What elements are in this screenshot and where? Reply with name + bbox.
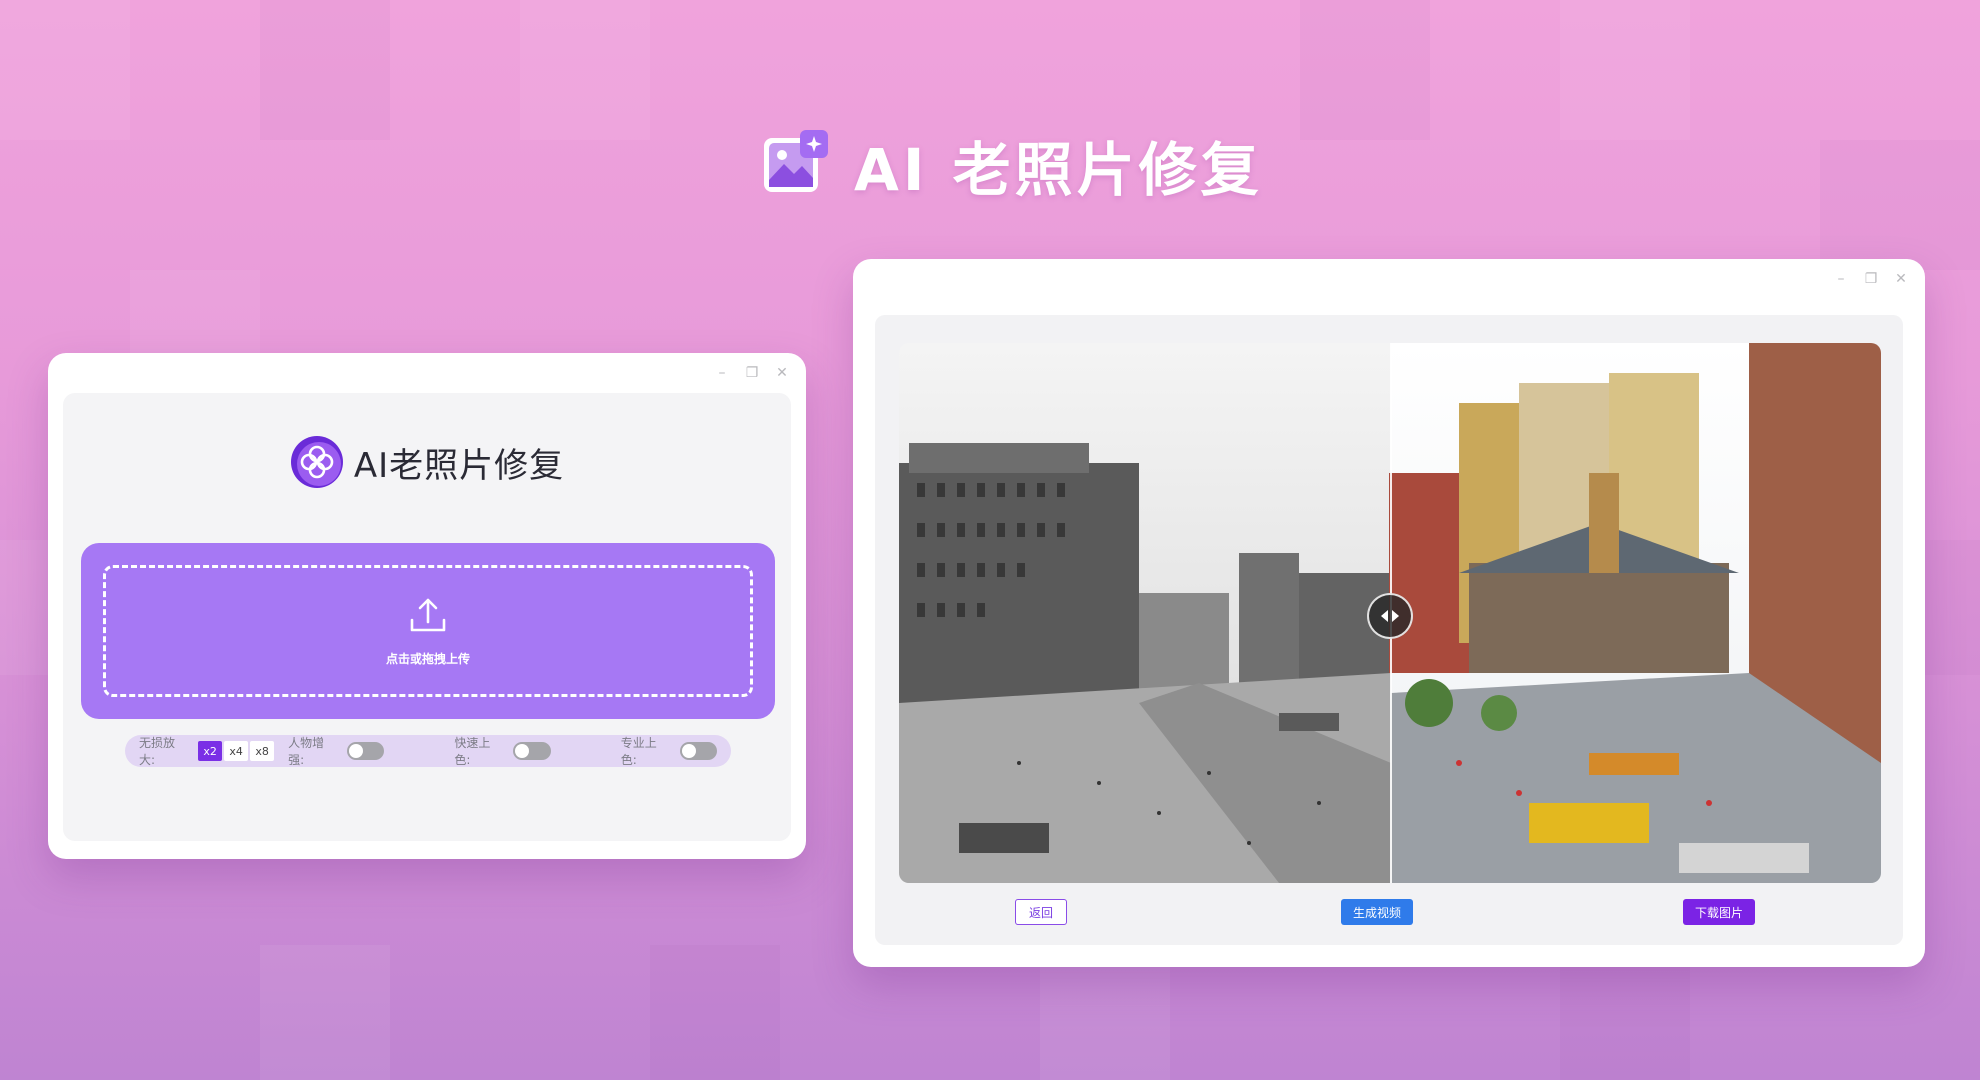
face-enhance-label: 人物增强: <box>288 736 325 767</box>
pro-color-label: 专业上色: <box>620 736 657 767</box>
upload-dropzone[interactable]: 点击或拖拽上传 <box>103 565 753 697</box>
scale-label: 无损放大: <box>139 736 176 767</box>
upload-window: – ❐ ✕ AI老照片修复 点击或拖拽上传 无损放大: x2 x4 x8 人物增… <box>48 353 806 859</box>
face-enhance-option: 人物增强: <box>288 734 385 768</box>
generate-video-button[interactable]: 生成视频 <box>1341 899 1413 925</box>
app-title: AI老照片修复 <box>353 445 565 486</box>
app-header: AI老照片修复 <box>63 435 791 489</box>
upload-zone[interactable]: 点击或拖拽上传 <box>81 543 775 719</box>
options-bar: 无损放大: x2 x4 x8 人物增强: 快速上色: 专业上色: <box>125 735 731 767</box>
restore-icon[interactable]: ❐ <box>744 365 760 381</box>
quick-color-label: 快速上色: <box>454 736 491 767</box>
scale-selector: x2 x4 x8 <box>198 741 275 761</box>
compare-panel: 返回 生成视频 下载图片 <box>875 315 1903 945</box>
left-right-arrows-icon <box>1379 609 1401 623</box>
hero-header: AI 老照片修复 <box>760 128 1263 204</box>
close-icon[interactable]: ✕ <box>774 365 790 381</box>
pro-color-toggle[interactable] <box>679 742 717 760</box>
back-button[interactable]: 返回 <box>1015 899 1067 925</box>
download-image-button[interactable]: 下载图片 <box>1683 899 1755 925</box>
compare-slider-handle[interactable] <box>1367 593 1413 639</box>
upload-label: 点击或拖拽上传 <box>385 651 470 666</box>
photo-sparkle-icon <box>760 128 834 202</box>
scale-x4-button[interactable]: x4 <box>224 741 249 761</box>
hero-title: AI 老照片修复 <box>854 136 1263 204</box>
before-after-image[interactable] <box>899 343 1881 883</box>
minimize-icon[interactable]: – <box>714 365 730 381</box>
close-icon[interactable]: ✕ <box>1893 271 1909 287</box>
compare-window: – ❐ ✕ 返回 生成视频 下载图片 <box>853 259 1925 967</box>
pro-color-option: 专业上色: <box>621 734 717 768</box>
action-buttons: 返回 生成视频 下载图片 <box>875 899 1903 927</box>
window-controls: – ❐ ✕ <box>714 365 790 381</box>
clover-logo-icon <box>290 435 344 489</box>
window-controls: – ❐ ✕ <box>1833 271 1909 287</box>
upload-panel: AI老照片修复 点击或拖拽上传 无损放大: x2 x4 x8 人物增强: 快速上… <box>63 393 791 841</box>
scale-x2-button[interactable]: x2 <box>198 741 223 761</box>
quick-color-option: 快速上色: <box>454 734 551 768</box>
upload-icon <box>408 596 448 638</box>
face-enhance-toggle[interactable] <box>347 742 385 760</box>
quick-color-toggle[interactable] <box>513 742 551 760</box>
scale-x8-button[interactable]: x8 <box>250 741 275 761</box>
minimize-icon[interactable]: – <box>1833 271 1849 287</box>
restore-icon[interactable]: ❐ <box>1863 271 1879 287</box>
